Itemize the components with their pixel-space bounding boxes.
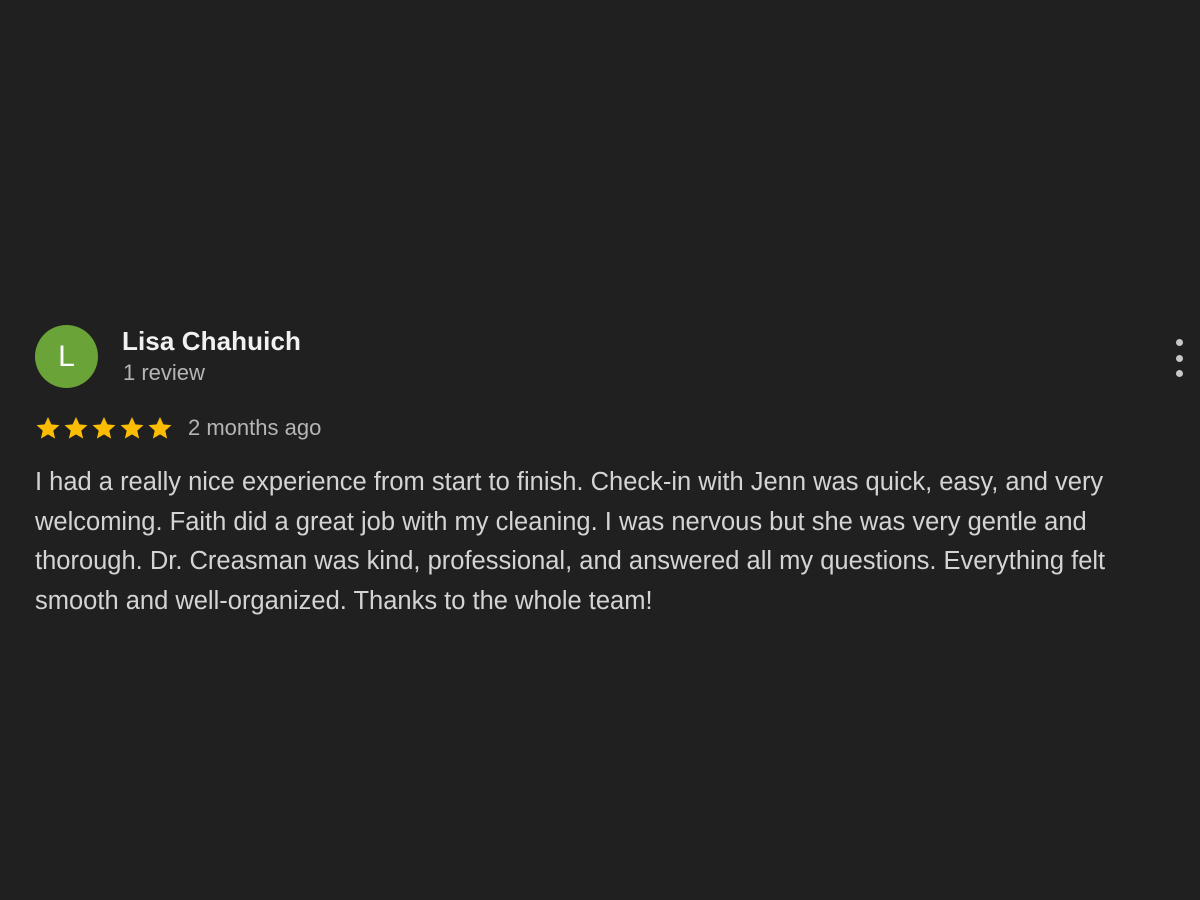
more-vert-icon-dot [1175, 354, 1183, 362]
review-card: L Lisa Chahuich 1 review 2 months ago I … [35, 325, 1190, 615]
more-vert-icon-dot [1175, 339, 1183, 346]
review-count: 1 review [123, 360, 205, 385]
star-icon [36, 416, 60, 439]
avatar[interactable]: L [35, 325, 98, 388]
star-icon [148, 416, 172, 439]
author-name[interactable]: Lisa Chahuich [122, 325, 301, 357]
rating-row: 2 months ago [35, 413, 321, 443]
more-options-button[interactable] [1172, 339, 1186, 377]
avatar-initial: L [58, 339, 75, 373]
star-icon [64, 416, 88, 439]
review-text: I had a really nice experience from star… [35, 468, 1106, 615]
star-icon [92, 416, 116, 439]
star-icon [120, 416, 144, 439]
review-header: L Lisa Chahuich 1 review [35, 325, 1190, 389]
star-rating [35, 415, 173, 441]
more-vert-icon-dot [1175, 370, 1183, 377]
review-time: 2 months ago [188, 415, 322, 440]
